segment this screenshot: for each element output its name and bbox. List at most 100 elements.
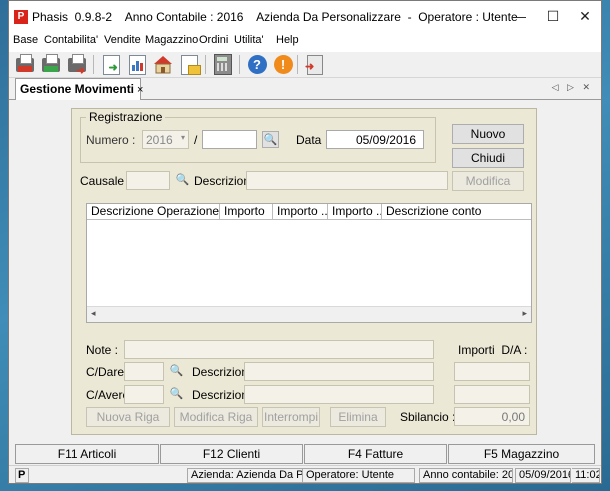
horizontal-scrollbar[interactable]: ◂ ▸ (87, 306, 531, 322)
descrizione-causale-field[interactable] (246, 171, 448, 190)
tab-strip: Gestione Movimenti × ◁ ▷ ✕ (9, 78, 601, 100)
document-chart-icon[interactable] (125, 53, 149, 76)
cavere-label: C/Avere (86, 388, 130, 402)
close-window-button[interactable]: ✕ (568, 3, 601, 30)
cavere-search-button[interactable]: 🔍 (168, 386, 185, 403)
content-area: Registrazione Numero : 2016 ▾ / 🔍 Data 0… (9, 100, 601, 438)
menu-contabilita[interactable]: Contabilita' (44, 34, 98, 46)
warning-icon[interactable]: ! (271, 53, 295, 76)
status-azienda: Azienda: Azienda Da Personalizzare (187, 468, 303, 483)
nuova-riga-button[interactable]: Nuova Riga (86, 407, 170, 427)
note-field[interactable] (124, 340, 434, 359)
menu-base[interactable]: Base (13, 34, 38, 46)
application-window: P Phasis 0.9.8-2 Anno Contabile : 2016 A… (8, 0, 602, 484)
chevron-down-icon: ▾ (180, 133, 185, 142)
descrizione-dare-field[interactable] (244, 362, 434, 381)
column-header-importo-avere[interactable]: Importo ... (328, 204, 382, 220)
tab-navigation-arrows[interactable]: ◁ ▷ ✕ (552, 82, 593, 93)
column-header-descrizione-conto[interactable]: Descrizione conto (382, 204, 531, 220)
scroll-left-icon[interactable]: ◂ (91, 308, 96, 319)
numero-search-button[interactable]: 🔍 (262, 131, 279, 148)
note-label: Note : (86, 343, 119, 357)
calculator-icon[interactable] (211, 53, 235, 76)
tab-label: Gestione Movimenti (20, 82, 135, 96)
menu-ordini[interactable]: Ordini (199, 34, 228, 46)
data-field-value: 05/09/2016 (355, 133, 416, 147)
menu-help[interactable]: Help (276, 34, 299, 46)
movimenti-form-panel: Registrazione Numero : 2016 ▾ / 🔍 Data 0… (71, 108, 537, 435)
tab-gestione-movimenti[interactable]: Gestione Movimenti × (15, 78, 143, 100)
column-header-descrizione-operazione[interactable]: Descrizione Operazione (87, 204, 220, 220)
numero-label: Numero : (86, 133, 136, 147)
data-field[interactable]: 05/09/2016 (326, 130, 424, 149)
interrompi-button[interactable]: Interrompi (262, 407, 320, 427)
scroll-right-icon[interactable]: ▸ (522, 308, 527, 319)
status-app-icon: P (15, 468, 29, 483)
search-icon: 🔍 (263, 134, 278, 146)
anno-select-value: 2016 (146, 133, 173, 147)
elimina-button[interactable]: Elimina (330, 407, 386, 427)
f11-articoli-button[interactable]: F11 Articoli (15, 444, 159, 464)
anno-select[interactable]: 2016 ▾ (142, 130, 189, 149)
function-key-bar: F11 Articoli F12 Clienti F4 Fatture F5 M… (9, 441, 601, 465)
column-header-importo[interactable]: Importo (220, 204, 273, 220)
printer-green-icon[interactable] (39, 53, 63, 76)
menu-utilita[interactable]: Utilita' (234, 34, 264, 46)
minimize-button[interactable]: — (502, 3, 536, 30)
importi-da-label: Importi D/A : (458, 343, 528, 357)
numero-slash: / (194, 133, 198, 147)
modifica-button[interactable]: Modifica (452, 171, 524, 191)
help-icon[interactable]: ? (245, 53, 269, 76)
menu-magazzino[interactable]: Magazzino (145, 34, 198, 46)
chiudi-button[interactable]: Chiudi (452, 148, 524, 168)
title-bar: P Phasis 0.9.8-2 Anno Contabile : 2016 A… (9, 1, 601, 32)
home-icon[interactable] (151, 53, 175, 76)
f5-magazzino-button[interactable]: F5 Magazzino (448, 444, 595, 464)
causale-field[interactable] (126, 171, 170, 190)
numero-field[interactable] (202, 130, 257, 149)
nuovo-button[interactable]: Nuovo (452, 124, 524, 144)
importo-avere-field[interactable] (454, 385, 530, 404)
f4-fatture-button[interactable]: F4 Fatture (304, 444, 447, 464)
status-date: 05/09/2016 (515, 468, 571, 483)
cavere-conto-field[interactable] (124, 385, 164, 404)
search-icon: 🔍 (169, 388, 184, 400)
document-folder-icon[interactable] (177, 53, 201, 76)
toolbar-separator (205, 55, 206, 74)
status-operatore: Operatore: Utente (303, 468, 415, 483)
cdare-search-button[interactable]: 🔍 (168, 363, 185, 380)
search-icon: 🔍 (175, 174, 190, 186)
data-label: Data (296, 133, 322, 147)
status-anno-contabile: Anno contabile: 2016 (419, 468, 513, 483)
menu-bar: Base Contabilita' Vendite Magazzino Ordi… (9, 32, 601, 52)
movimenti-table[interactable]: Descrizione Operazione Importo Importo .… (86, 203, 532, 323)
maximize-button[interactable]: ☐ (536, 3, 570, 30)
descrizione-avere-field[interactable] (244, 385, 434, 404)
cdare-label: C/Dare: (86, 365, 128, 379)
registrazione-group-title: Registrazione (86, 110, 166, 124)
printer-arrow-icon[interactable]: ➜ (65, 53, 89, 77)
toolbar-separator (297, 55, 298, 74)
sbilancio-label: Sbilancio : (400, 410, 456, 424)
status-time: 11:02 (572, 468, 600, 483)
printer-red-icon[interactable] (13, 53, 37, 76)
sbilancio-value: 0,00 (501, 410, 525, 424)
f12-clienti-button[interactable]: F12 Clienti (160, 444, 303, 464)
tab-close-icon[interactable]: × (137, 84, 143, 96)
column-header-importo-dare[interactable]: Importo ... (273, 204, 328, 220)
cdare-conto-field[interactable] (124, 362, 164, 381)
status-bar: P Azienda: Azienda Da Personalizzare Ope… (9, 465, 601, 483)
causale-search-button[interactable]: 🔍 (174, 172, 191, 189)
app-icon: P (14, 10, 28, 24)
document-arrow-icon[interactable]: ➜ (99, 53, 123, 76)
search-icon: 🔍 (169, 365, 184, 377)
importo-dare-field[interactable] (454, 362, 530, 381)
window-title: Phasis 0.9.8-2 Anno Contabile : 2016 Azi… (32, 10, 518, 24)
menu-vendite[interactable]: Vendite (104, 34, 141, 46)
toolbar-separator (93, 55, 94, 74)
causale-label: Causale (80, 174, 125, 188)
modifica-riga-button[interactable]: Modifica Riga (174, 407, 258, 427)
toolbar-separator (239, 55, 240, 74)
sbilancio-field: 0,00 (454, 407, 530, 426)
exit-door-icon[interactable]: ➜ (303, 53, 327, 76)
